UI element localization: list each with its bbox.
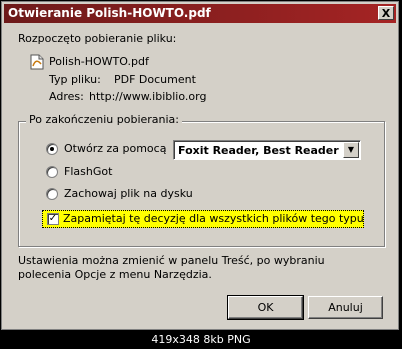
group-title: Po zakończeniu pobierania: — [26, 113, 183, 126]
file-type-value: PDF Document — [114, 73, 196, 86]
intro-text: Rozpoczęto pobieranie pliku: — [18, 32, 177, 45]
file-name: Polish-HOWTO.pdf — [49, 55, 149, 68]
flashgot-radio[interactable] — [46, 166, 58, 178]
address-label: Adres: — [49, 90, 84, 103]
save-to-disk-radio[interactable] — [46, 188, 58, 200]
chevron-down-icon[interactable]: ▼ — [343, 142, 359, 158]
title-bar: Otwieranie Polish-HOWTO.pdf X — [4, 4, 396, 23]
image-caption: 419x348 8kb PNG — [0, 331, 402, 349]
flashgot-label[interactable]: FlashGot — [64, 165, 112, 178]
file-type-label: Typ pliku: — [49, 73, 101, 86]
open-with-radio[interactable] — [46, 143, 58, 155]
close-button[interactable]: X — [378, 6, 394, 20]
remember-label[interactable]: Zapamiętaj tę decyzję dla wszystkich pli… — [63, 212, 364, 225]
open-with-select[interactable]: Foxit Reader, Best Reader ... ▼ — [173, 140, 361, 160]
window-title: Otwieranie Polish-HOWTO.pdf — [8, 6, 211, 20]
note-line-2: polecenia Opcje z menu Narzędzia. — [18, 268, 212, 281]
save-to-disk-label[interactable]: Zachowaj plik na dysku — [64, 187, 193, 200]
download-dialog: Otwieranie Polish-HOWTO.pdf X Rozpoczęto… — [1, 1, 399, 330]
open-with-value: Foxit Reader, Best Reader ... — [178, 144, 356, 157]
remember-checkbox[interactable]: ✓ — [47, 213, 59, 225]
address-value: http://www.ibiblio.org — [89, 90, 207, 103]
ok-button[interactable]: OK — [227, 295, 304, 320]
open-with-label[interactable]: Otwórz za pomocą — [64, 142, 166, 155]
note-line-1: Ustawienia można zmienić w panelu Treść,… — [18, 254, 325, 267]
pdf-file-icon — [30, 54, 44, 70]
cancel-button[interactable]: Anuluj — [308, 296, 383, 319]
